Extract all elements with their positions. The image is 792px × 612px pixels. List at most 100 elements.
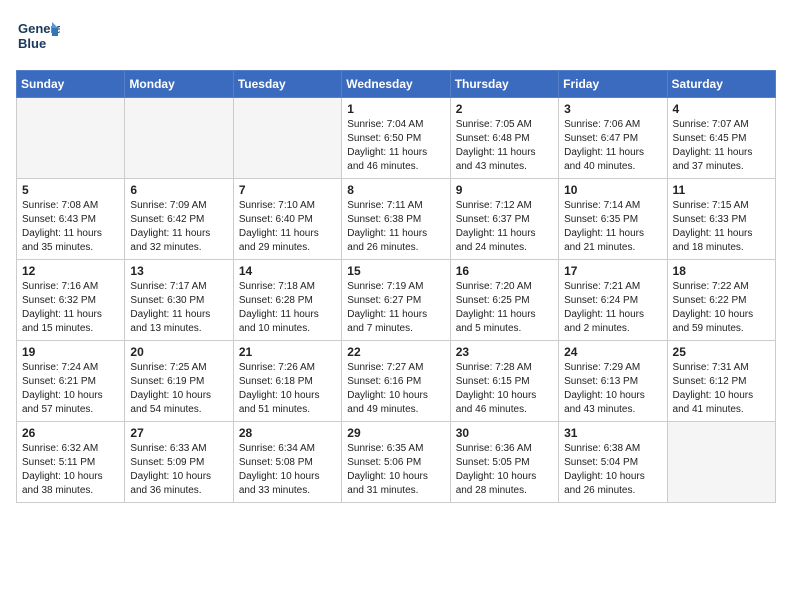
day-number: 28 — [239, 426, 336, 440]
day-number: 10 — [564, 183, 661, 197]
day-info: Sunrise: 7:27 AMSunset: 6:16 PMDaylight:… — [347, 361, 444, 417]
weekday-header-tuesday: Tuesday — [233, 71, 341, 98]
day-number: 31 — [564, 426, 661, 440]
day-info: Sunrise: 7:04 AMSunset: 6:50 PMDaylight:… — [347, 118, 444, 174]
calendar-cell — [667, 422, 775, 503]
day-number: 24 — [564, 345, 661, 359]
day-info: Sunrise: 7:16 AMSunset: 6:32 PMDaylight:… — [22, 280, 119, 336]
calendar-table: SundayMondayTuesdayWednesdayThursdayFrid… — [16, 70, 776, 503]
day-info: Sunrise: 6:35 AMSunset: 5:06 PMDaylight:… — [347, 442, 444, 498]
calendar-cell: 13 Sunrise: 7:17 AMSunset: 6:30 PMDayligh… — [125, 260, 233, 341]
day-info: Sunrise: 7:10 AMSunset: 6:40 PMDaylight:… — [239, 199, 336, 255]
weekday-header-thursday: Thursday — [450, 71, 558, 98]
weekday-header-sunday: Sunday — [17, 71, 125, 98]
day-info: Sunrise: 7:29 AMSunset: 6:13 PMDaylight:… — [564, 361, 661, 417]
day-info: Sunrise: 7:22 AMSunset: 6:22 PMDaylight:… — [673, 280, 770, 336]
logo: General Blue — [16, 16, 60, 60]
day-info: Sunrise: 7:17 AMSunset: 6:30 PMDaylight:… — [130, 280, 227, 336]
weekday-header-saturday: Saturday — [667, 71, 775, 98]
day-info: Sunrise: 7:11 AMSunset: 6:38 PMDaylight:… — [347, 199, 444, 255]
day-number: 14 — [239, 264, 336, 278]
day-info: Sunrise: 7:15 AMSunset: 6:33 PMDaylight:… — [673, 199, 770, 255]
calendar-cell: 7 Sunrise: 7:10 AMSunset: 6:40 PMDaylight… — [233, 179, 341, 260]
day-number: 7 — [239, 183, 336, 197]
day-number: 6 — [130, 183, 227, 197]
svg-text:Blue: Blue — [18, 36, 46, 51]
day-number: 9 — [456, 183, 553, 197]
day-number: 27 — [130, 426, 227, 440]
weekday-header-wednesday: Wednesday — [342, 71, 450, 98]
day-number: 13 — [130, 264, 227, 278]
day-number: 2 — [456, 102, 553, 116]
calendar-cell: 31 Sunrise: 6:38 AMSunset: 5:04 PMDayligh… — [559, 422, 667, 503]
day-number: 1 — [347, 102, 444, 116]
calendar-cell: 20 Sunrise: 7:25 AMSunset: 6:19 PMDayligh… — [125, 341, 233, 422]
day-info: Sunrise: 7:05 AMSunset: 6:48 PMDaylight:… — [456, 118, 553, 174]
day-info: Sunrise: 6:32 AMSunset: 5:11 PMDaylight:… — [22, 442, 119, 498]
day-info: Sunrise: 6:33 AMSunset: 5:09 PMDaylight:… — [130, 442, 227, 498]
calendar-cell: 27 Sunrise: 6:33 AMSunset: 5:09 PMDayligh… — [125, 422, 233, 503]
day-info: Sunrise: 6:38 AMSunset: 5:04 PMDaylight:… — [564, 442, 661, 498]
day-info: Sunrise: 7:25 AMSunset: 6:19 PMDaylight:… — [130, 361, 227, 417]
day-info: Sunrise: 7:12 AMSunset: 6:37 PMDaylight:… — [456, 199, 553, 255]
weekday-header-friday: Friday — [559, 71, 667, 98]
day-number: 20 — [130, 345, 227, 359]
day-info: Sunrise: 7:24 AMSunset: 6:21 PMDaylight:… — [22, 361, 119, 417]
calendar-cell: 6 Sunrise: 7:09 AMSunset: 6:42 PMDaylight… — [125, 179, 233, 260]
day-info: Sunrise: 7:08 AMSunset: 6:43 PMDaylight:… — [22, 199, 119, 255]
day-number: 29 — [347, 426, 444, 440]
calendar-cell: 24 Sunrise: 7:29 AMSunset: 6:13 PMDayligh… — [559, 341, 667, 422]
day-number: 12 — [22, 264, 119, 278]
calendar-cell — [233, 98, 341, 179]
calendar-cell: 8Sunrise: 7:11 AMSunset: 6:38 PMDaylight… — [342, 179, 450, 260]
day-info: Sunrise: 7:14 AMSunset: 6:35 PMDaylight:… — [564, 199, 661, 255]
calendar-cell: 28 Sunrise: 6:34 AMSunset: 5:08 PMDayligh… — [233, 422, 341, 503]
day-number: 16 — [456, 264, 553, 278]
day-info: Sunrise: 7:06 AMSunset: 6:47 PMDaylight:… — [564, 118, 661, 174]
calendar-cell: 21 Sunrise: 7:26 AMSunset: 6:18 PMDayligh… — [233, 341, 341, 422]
day-info: Sunrise: 7:21 AMSunset: 6:24 PMDaylight:… — [564, 280, 661, 336]
day-number: 25 — [673, 345, 770, 359]
day-number: 11 — [673, 183, 770, 197]
calendar-cell: 14 Sunrise: 7:18 AMSunset: 6:28 PMDayligh… — [233, 260, 341, 341]
calendar-cell: 3 Sunrise: 7:06 AMSunset: 6:47 PMDaylight… — [559, 98, 667, 179]
calendar-cell: 18 Sunrise: 7:22 AMSunset: 6:22 PMDayligh… — [667, 260, 775, 341]
day-info: Sunrise: 7:20 AMSunset: 6:25 PMDaylight:… — [456, 280, 553, 336]
calendar-cell: 30Sunrise: 6:36 AMSunset: 5:05 PMDayligh… — [450, 422, 558, 503]
calendar-cell: 10 Sunrise: 7:14 AMSunset: 6:35 PMDayligh… — [559, 179, 667, 260]
calendar-cell: 12 Sunrise: 7:16 AMSunset: 6:32 PMDayligh… — [17, 260, 125, 341]
day-info: Sunrise: 7:31 AMSunset: 6:12 PMDaylight:… — [673, 361, 770, 417]
logo-svg: General Blue — [16, 16, 60, 60]
calendar-cell: 15Sunrise: 7:19 AMSunset: 6:27 PMDayligh… — [342, 260, 450, 341]
day-info: Sunrise: 7:09 AMSunset: 6:42 PMDaylight:… — [130, 199, 227, 255]
calendar-cell: 2 Sunrise: 7:05 AMSunset: 6:48 PMDaylight… — [450, 98, 558, 179]
day-number: 22 — [347, 345, 444, 359]
calendar-cell: 25 Sunrise: 7:31 AMSunset: 6:12 PMDayligh… — [667, 341, 775, 422]
calendar-cell: 1 Sunrise: 7:04 AMSunset: 6:50 PMDaylight… — [342, 98, 450, 179]
calendar-cell: 5Sunrise: 7:08 AMSunset: 6:43 PMDaylight… — [17, 179, 125, 260]
day-info: Sunrise: 6:34 AMSunset: 5:08 PMDaylight:… — [239, 442, 336, 498]
calendar-cell — [17, 98, 125, 179]
day-number: 23 — [456, 345, 553, 359]
day-number: 18 — [673, 264, 770, 278]
day-number: 30 — [456, 426, 553, 440]
day-number: 21 — [239, 345, 336, 359]
day-number: 19 — [22, 345, 119, 359]
calendar-cell: 19 Sunrise: 7:24 AMSunset: 6:21 PMDayligh… — [17, 341, 125, 422]
day-info: Sunrise: 7:07 AMSunset: 6:45 PMDaylight:… — [673, 118, 770, 174]
day-info: Sunrise: 7:26 AMSunset: 6:18 PMDaylight:… — [239, 361, 336, 417]
day-number: 17 — [564, 264, 661, 278]
calendar-cell: 17 Sunrise: 7:21 AMSunset: 6:24 PMDayligh… — [559, 260, 667, 341]
calendar-cell: 26Sunrise: 6:32 AMSunset: 5:11 PMDayligh… — [17, 422, 125, 503]
day-info: Sunrise: 7:19 AMSunset: 6:27 PMDaylight:… — [347, 280, 444, 336]
calendar-cell: 29 Sunrise: 6:35 AMSunset: 5:06 PMDayligh… — [342, 422, 450, 503]
day-number: 4 — [673, 102, 770, 116]
calendar-cell — [125, 98, 233, 179]
day-number: 3 — [564, 102, 661, 116]
calendar-cell: 4 Sunrise: 7:07 AMSunset: 6:45 PMDaylight… — [667, 98, 775, 179]
calendar-cell: 11 Sunrise: 7:15 AMSunset: 6:33 PMDayligh… — [667, 179, 775, 260]
day-info: Sunrise: 7:18 AMSunset: 6:28 PMDaylight:… — [239, 280, 336, 336]
weekday-header-monday: Monday — [125, 71, 233, 98]
calendar-cell: 9 Sunrise: 7:12 AMSunset: 6:37 PMDaylight… — [450, 179, 558, 260]
calendar-cell: 22 Sunrise: 7:27 AMSunset: 6:16 PMDayligh… — [342, 341, 450, 422]
